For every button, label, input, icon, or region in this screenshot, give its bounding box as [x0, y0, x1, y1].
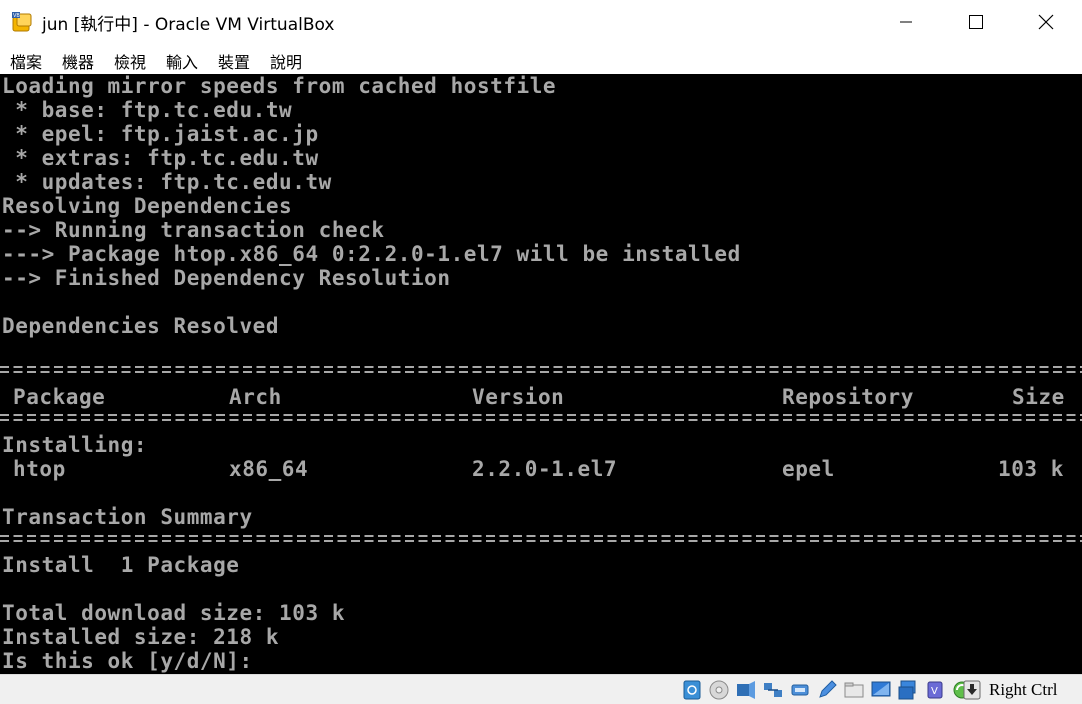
- virtualbox-app-icon: VB: [12, 12, 32, 32]
- summary-title: Transaction Summary: [2, 505, 253, 529]
- table-cell-version: 2.2.0-1.el7: [472, 457, 618, 481]
- status-bar: V Right Ctrl: [0, 674, 1082, 704]
- svg-text:VB: VB: [13, 13, 20, 19]
- hard-disk-icon[interactable]: [681, 679, 703, 701]
- table-cell-size: 103 k: [998, 457, 1064, 481]
- menu-machine[interactable]: 機器: [62, 49, 94, 73]
- double-rule: [0, 534, 1082, 544]
- menu-devices[interactable]: 裝置: [218, 49, 250, 73]
- menu-input[interactable]: 輸入: [166, 49, 198, 73]
- console-line: Loading mirror speeds from cached hostfi…: [2, 74, 557, 98]
- usb-icon[interactable]: [789, 679, 811, 701]
- pencil-icon[interactable]: [816, 679, 838, 701]
- menu-view[interactable]: 檢視: [114, 49, 146, 73]
- vm-console-screen[interactable]: Loading mirror speeds from cached hostfi…: [0, 74, 1082, 674]
- audio-icon[interactable]: [735, 679, 757, 701]
- table-header-package: Package: [13, 385, 106, 409]
- console-line: * updates: ftp.tc.edu.tw: [2, 170, 332, 194]
- console-line: Total download size: 103 k: [2, 601, 346, 625]
- console-line: * epel: ftp.jaist.ac.jp: [2, 122, 319, 146]
- menu-bar: 檔案 機器 檢視 輸入 裝置 說明: [0, 44, 1082, 74]
- console-line: Dependencies Resolved: [2, 314, 280, 338]
- maximize-button[interactable]: [953, 0, 999, 44]
- table-cell-arch: x86_64: [229, 457, 309, 481]
- table-header-repository: Repository: [782, 385, 914, 409]
- console-line: * base: ftp.tc.edu.tw: [2, 98, 293, 122]
- maximize-icon: [969, 15, 983, 29]
- table-cell-package: htop: [13, 457, 66, 481]
- close-icon: [1038, 14, 1054, 30]
- table-header-size: Size: [1012, 385, 1065, 409]
- virtualbox-window: VB jun [執行中] - Oracle VM VirtualBox 檔案 機…: [0, 0, 1082, 704]
- display-icon[interactable]: [870, 679, 892, 701]
- console-line: ---> Package htop.x86_64 0:2.2.0-1.el7 w…: [2, 242, 741, 266]
- double-rule: [0, 365, 1082, 375]
- table-cell-repository: epel: [782, 457, 835, 481]
- menu-file[interactable]: 檔案: [10, 49, 42, 73]
- menu-help[interactable]: 說明: [270, 49, 302, 73]
- title-bar[interactable]: VB jun [執行中] - Oracle VM VirtualBox: [0, 0, 1082, 44]
- console-line: --> Finished Dependency Resolution: [2, 266, 451, 290]
- keyboard-capture-icon[interactable]: [961, 679, 983, 701]
- prompt-line: Is this ok [y/d/N]:: [2, 649, 253, 673]
- install-count-line: Install 1 Package: [2, 553, 240, 577]
- video-capture-icon[interactable]: [897, 679, 919, 701]
- minimize-button[interactable]: [883, 0, 929, 44]
- window-title: jun [執行中] - Oracle VM VirtualBox: [42, 15, 335, 35]
- double-rule: [0, 413, 1082, 423]
- minimize-icon: [900, 21, 912, 23]
- console-line: * extras: ftp.tc.edu.tw: [2, 146, 319, 170]
- network-icon[interactable]: [762, 679, 784, 701]
- close-button[interactable]: [1023, 0, 1069, 44]
- table-header-arch: Arch: [229, 385, 282, 409]
- shared-folders-icon[interactable]: [843, 679, 865, 701]
- optical-drive-icon[interactable]: [708, 679, 730, 701]
- cpu-icon[interactable]: V: [924, 679, 946, 701]
- console-line: Installed size: 218 k: [2, 625, 280, 649]
- svg-text:V: V: [931, 686, 938, 697]
- console-line: Resolving Dependencies: [2, 194, 293, 218]
- console-line: --> Running transaction check: [2, 218, 385, 242]
- table-header-version: Version: [472, 385, 565, 409]
- host-key-label: Right Ctrl: [989, 680, 1058, 699]
- table-group-label: Installing:: [2, 433, 148, 457]
